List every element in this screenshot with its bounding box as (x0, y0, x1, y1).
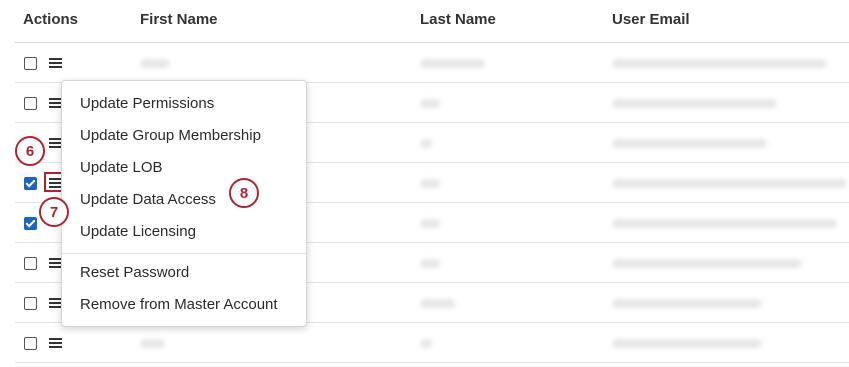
table-row (0, 43, 849, 83)
row-actions-menu: Update Permissions Update Group Membersh… (61, 80, 307, 327)
email-cell (612, 259, 802, 268)
email-cell (612, 59, 827, 68)
first-name-cell (140, 339, 165, 348)
header-user-email[interactable]: User Email (612, 11, 690, 28)
email-cell (612, 179, 847, 188)
last-name-cell (420, 299, 455, 308)
last-name-cell (420, 339, 432, 348)
menu-divider (62, 253, 306, 254)
callout-8: 8 (229, 178, 259, 208)
last-name-cell (420, 59, 485, 68)
row-checkbox[interactable] (24, 337, 37, 350)
first-name-cell (140, 59, 170, 68)
callout-6: 6 (15, 136, 45, 166)
row-actions-menu-icon[interactable] (49, 338, 62, 348)
table-row (0, 323, 849, 363)
email-cell (612, 299, 762, 308)
header-first-name[interactable]: First Name (140, 11, 218, 28)
row-actions-menu-icon[interactable] (49, 58, 62, 68)
email-cell (612, 99, 777, 108)
row-checkbox[interactable] (24, 57, 37, 70)
last-name-cell (420, 179, 440, 188)
last-name-cell (420, 219, 440, 228)
email-cell (612, 339, 762, 348)
row-checkbox[interactable] (24, 297, 37, 310)
last-name-cell (420, 259, 440, 268)
header-last-name[interactable]: Last Name (420, 11, 496, 28)
email-cell (612, 219, 837, 228)
row-checkbox[interactable] (24, 97, 37, 110)
header-actions: Actions (23, 11, 79, 28)
callout-7: 7 (39, 197, 69, 227)
menu-item-update-lob[interactable]: Update LOB (80, 159, 163, 176)
menu-item-update-data-access[interactable]: Update Data Access (80, 191, 216, 208)
row-checkbox[interactable] (24, 177, 37, 190)
last-name-cell (420, 139, 432, 148)
row-checkbox[interactable] (24, 217, 37, 230)
table-header: Actions First Name Last Name User Email (0, 0, 849, 42)
email-cell (612, 139, 767, 148)
menu-item-reset-password[interactable]: Reset Password (80, 264, 189, 281)
last-name-cell (420, 99, 440, 108)
row-checkbox[interactable] (24, 257, 37, 270)
menu-item-update-licensing[interactable]: Update Licensing (80, 223, 196, 240)
menu-item-remove-from-master-account[interactable]: Remove from Master Account (80, 296, 278, 313)
menu-item-update-group-membership[interactable]: Update Group Membership (80, 127, 261, 144)
menu-item-update-permissions[interactable]: Update Permissions (80, 95, 214, 112)
